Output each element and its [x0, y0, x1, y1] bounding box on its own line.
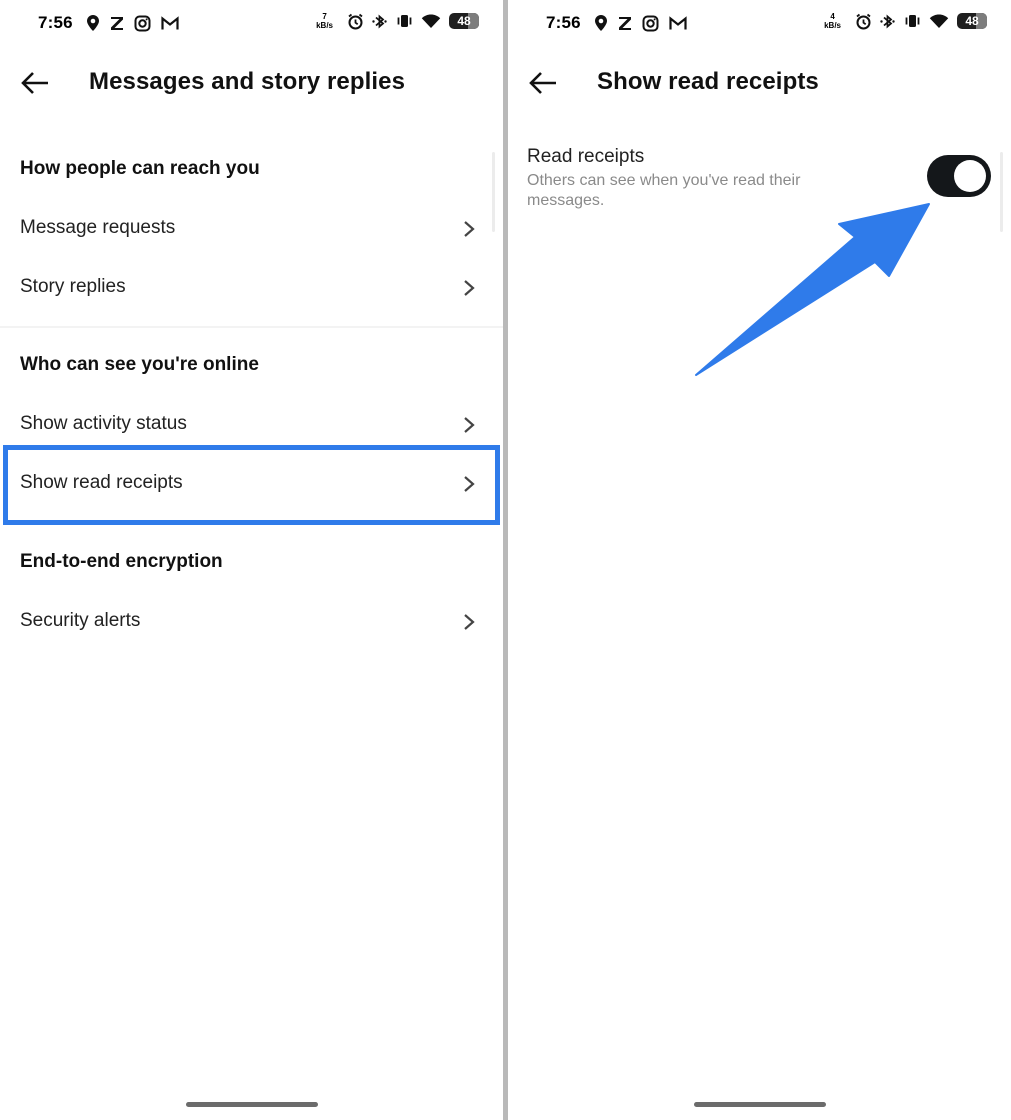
status-time: 7:56 [546, 13, 581, 32]
home-indicator[interactable] [693, 1102, 826, 1107]
gmail-icon [669, 15, 687, 29]
section-title-encryption: End-to-end encryption [20, 551, 223, 572]
z-app-icon [619, 17, 631, 30]
battery-icon: 48 [449, 13, 479, 29]
section-title-online: Who can see you're online [20, 354, 259, 375]
location-pin-icon [595, 15, 607, 31]
chevron-right-icon [464, 280, 475, 296]
show-activity-status-row[interactable]: Show activity status [0, 398, 503, 452]
network-speed: 4 kB/s [824, 12, 841, 30]
row-label: Message requests [20, 217, 176, 238]
wifi-icon [929, 14, 949, 28]
annotation-arrow [695, 203, 930, 376]
read-receipts-toggle[interactable] [927, 155, 991, 197]
security-alerts-row[interactable]: Security alerts [0, 595, 503, 649]
section-divider [0, 326, 503, 328]
alarm-icon [348, 13, 363, 29]
instagram-icon [642, 15, 659, 31]
instagram-icon [134, 15, 151, 31]
right-screen: 7:56 4 kB/s 48 Show read receipts Read r… [508, 0, 1011, 1120]
vibrate-icon [905, 15, 920, 27]
toggle-knob [954, 160, 986, 192]
gmail-icon [161, 15, 179, 29]
page-title: Show read receipts [597, 68, 819, 95]
back-arrow-icon[interactable] [528, 69, 558, 97]
location-pin-icon [87, 15, 99, 31]
setting-title: Read receipts [527, 146, 645, 167]
page-header: Messages and story replies [0, 55, 503, 111]
section-title-reach: How people can reach you [20, 158, 260, 179]
battery-icon: 48 [957, 13, 987, 29]
chevron-right-icon [464, 417, 475, 433]
z-app-icon [111, 17, 123, 30]
left-screen: 7:56 7 kB/s 48 Messages and story replie… [0, 0, 503, 1120]
bluetooth-icon [880, 14, 895, 28]
status-time: 7:56 [38, 13, 73, 32]
highlight-box [3, 445, 500, 525]
home-indicator[interactable] [185, 1102, 318, 1107]
story-replies-row[interactable]: Story replies [0, 261, 503, 315]
page-title: Messages and story replies [89, 68, 406, 95]
network-speed: 7 kB/s [316, 12, 333, 30]
row-label: Story replies [20, 276, 126, 297]
status-bar: 7:56 4 kB/s 48 [508, 0, 1011, 46]
vibrate-icon [397, 15, 412, 27]
chevron-right-icon [464, 614, 475, 630]
chevron-right-icon [464, 221, 475, 237]
alarm-icon [856, 13, 871, 29]
bluetooth-icon [372, 14, 387, 28]
wifi-icon [421, 14, 441, 28]
back-arrow-icon[interactable] [20, 69, 50, 97]
status-bar: 7:56 7 kB/s 48 [0, 0, 503, 46]
row-label: Show activity status [20, 413, 187, 434]
row-label: Security alerts [20, 610, 141, 631]
message-requests-row[interactable]: Message requests [0, 202, 503, 256]
page-header: Show read receipts [508, 55, 1011, 111]
